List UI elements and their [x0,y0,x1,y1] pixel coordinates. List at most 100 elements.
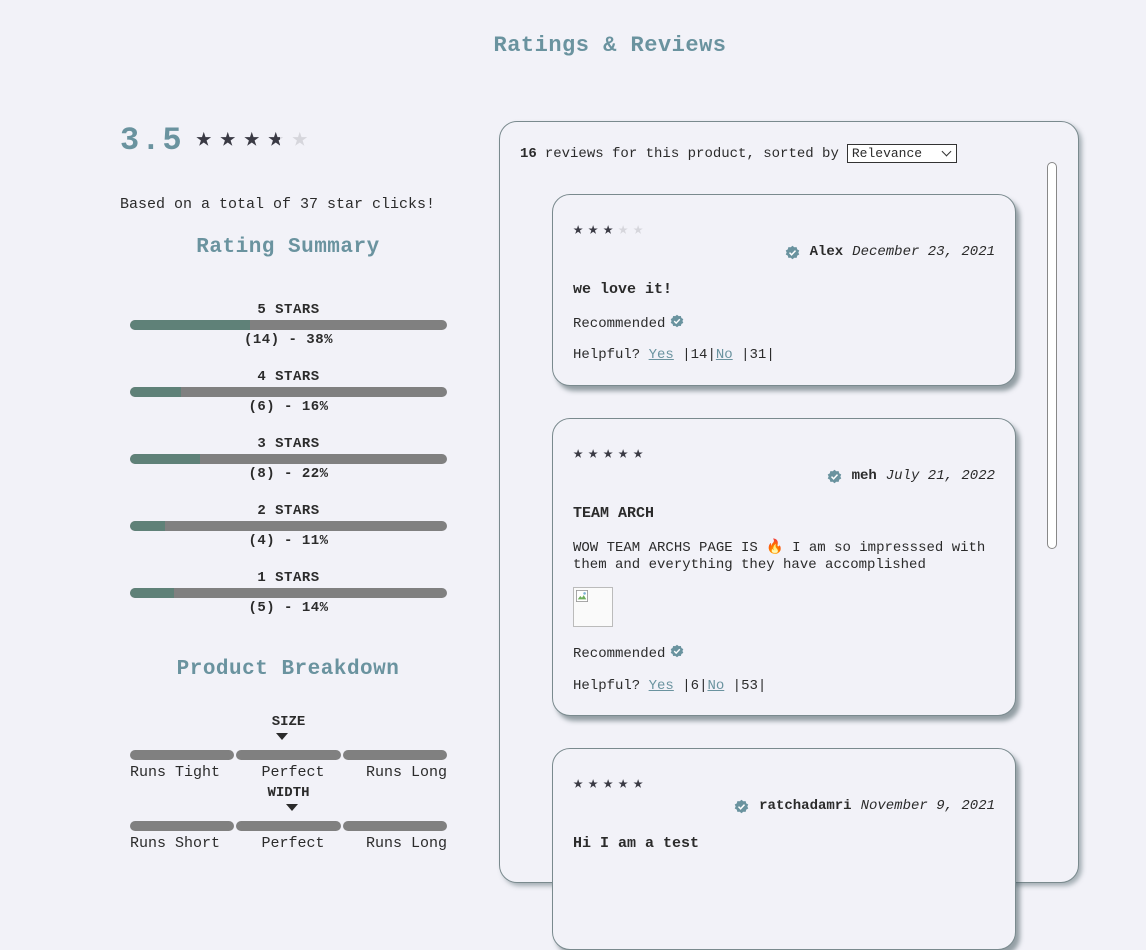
review-title: we love it! [573,281,673,298]
star-icon: ★★ [633,221,644,240]
rating-bar-count: (8) - 22% [248,466,329,482]
helpful-no-link[interactable]: No [716,347,733,363]
helpful-yes-link[interactable]: Yes [649,347,674,363]
rating-bar-count: (14) - 38% [243,332,333,348]
star-fill: ★ [588,222,599,239]
rating-bar-3[interactable]: 3 STARS (8) - 22% [130,436,447,503]
scale-segment [130,821,235,831]
star-fill: ★ [588,776,599,793]
rating-bar-fill [130,454,200,464]
helpful-yes-count: 14 [690,347,708,363]
rating-bar-label[interactable]: 3 STARS [130,436,447,454]
star-fill: ★ [618,776,629,793]
review-helpful: Helpful? Yes | 6 | No | 53 | [573,678,767,694]
star-fill: ★ [633,446,644,463]
characteristic-scale [130,821,447,831]
scale-segment [236,821,341,831]
rating-bar-5[interactable]: 5 STARS (14) - 38% [130,302,447,369]
review-date: July 21, 2022 [885,468,995,484]
review-recommend: Recommended [573,314,684,332]
star-icon: ★★ [573,446,588,463]
review-helpful: Helpful? Yes | 14 | No | 31 | [573,347,775,363]
review-photo-thumbnail[interactable] [573,587,613,627]
rating-bar-track [130,320,447,330]
characteristic-width: WIDTH Runs Short Perfect Runs Long [130,785,447,856]
average-rating: 3.5 [120,121,184,159]
star-icon: ★★ [618,221,629,240]
total-ratings-text: Based on a total of 37 star clicks! [120,196,436,213]
star-fill: ★ [195,126,212,154]
reviews-scrollbar[interactable] [1047,162,1057,549]
star-fill: ★ [603,222,614,239]
rating-bar-1[interactable]: 1 STARS (5) - 14% [130,570,447,637]
rating-bar-fill [130,588,175,598]
rating-bar-track [130,454,447,464]
helpful-yes-link[interactable]: Yes [649,678,674,694]
verified-check-icon [734,799,749,813]
rating-bar-fill [130,320,251,330]
star-icon: ★★ [603,776,618,793]
scale-segment [236,750,341,760]
helpful-no-count: 53 [741,678,758,694]
rating-bar-track [130,588,447,598]
helpful-label: Helpful? [573,678,641,694]
rating-bar-label[interactable]: 2 STARS [130,503,447,521]
helpful-no-count: 31 [749,347,767,363]
star-fill: ★ [573,446,584,463]
star-icon: ★★ [267,124,284,155]
rating-bar-count: (4) - 11% [248,533,329,549]
scale-low-label: Runs Tight [130,764,221,781]
review-card: ★ ★ ★ ★ ★ ★ ★ ★ ★ ★ meh July 21, 2022 TEAM ARCH W… [552,418,1016,716]
rating-bar-fill [130,521,165,531]
characteristic-scale-labels: Runs Short Perfect Runs Long [130,835,447,852]
star-fill: ★ [243,126,260,154]
star-icon: ★★ [603,222,618,239]
star-fill: ★ [267,126,280,154]
reviews-panel[interactable]: 16 reviews for this product, sorted by R… [499,121,1079,950]
star-icon: ★★ [573,776,588,793]
scale-segment [342,821,447,831]
scale-high-label: Runs Long [365,764,447,781]
page-title: Ratings & Reviews [493,33,727,58]
rating-bar-label[interactable]: 4 STARS [130,369,447,387]
star-icon: ★★ [219,126,244,154]
helpful-no-link[interactable]: No [707,678,724,694]
rating-bar-label[interactable]: 1 STARS [130,570,447,588]
star-fill: ★ [633,776,644,793]
rating-bar-fill [130,387,181,397]
star-icon: ★★ [291,124,308,155]
star-fill: ★ [603,446,614,463]
product-breakdown-title: Product Breakdown [176,658,400,681]
sort-text: reviews for this product, sorted by [544,145,839,162]
review-stars: ★★★★★★★★★★ [573,222,648,239]
average-stars: ★★★★★★★★★★ [195,124,316,155]
review-count: 16 [520,145,537,162]
rating-bar-2[interactable]: 2 STARS (4) - 11% [130,503,447,570]
review-card: ★ ★ ★ ★ ★ ★ ★ ★ ★ ★ ratchadamri November 9, 2021 … [552,748,1016,950]
star-icon: ★★ [588,222,603,239]
review-username: ratchadamri [759,798,852,814]
star-icon: ★★ [573,222,588,239]
average-rating-row: 3.5 ★★★★★★★★★★ [120,120,460,160]
star-icon: ★★ [633,446,648,463]
chevron-down-icon [941,146,952,157]
recommend-label: Recommended [573,646,666,662]
star-fill: ★ [618,446,629,463]
review-body: WOW TEAM ARCHS PAGE IS 🔥 I am so impress… [573,540,986,573]
rating-bar-4[interactable]: 4 STARS (6) - 16% [130,369,447,436]
sort-select[interactable]: Relevance [846,144,957,163]
star-icon: ★★ [633,776,648,793]
rating-bar-label[interactable]: 5 STARS [130,302,447,320]
characteristic-marker-icon [285,804,298,811]
star-fill: ★ [603,776,614,793]
star-fill: ★ [219,126,236,154]
star-icon: ★★ [243,126,268,154]
review-username: meh [851,468,877,484]
verified-check-icon [785,245,799,259]
helpful-yes-count: 6 [690,678,700,694]
product-breakdown: SIZE Runs Tight Perfect Runs Long WIDTH [130,714,447,856]
rating-bar-count: (5) - 14% [248,600,329,616]
sort-row: 16 reviews for this product, sorted by R… [520,144,957,163]
star-fill: ★ [588,446,599,463]
scale-low-label: Runs Short [130,835,221,852]
